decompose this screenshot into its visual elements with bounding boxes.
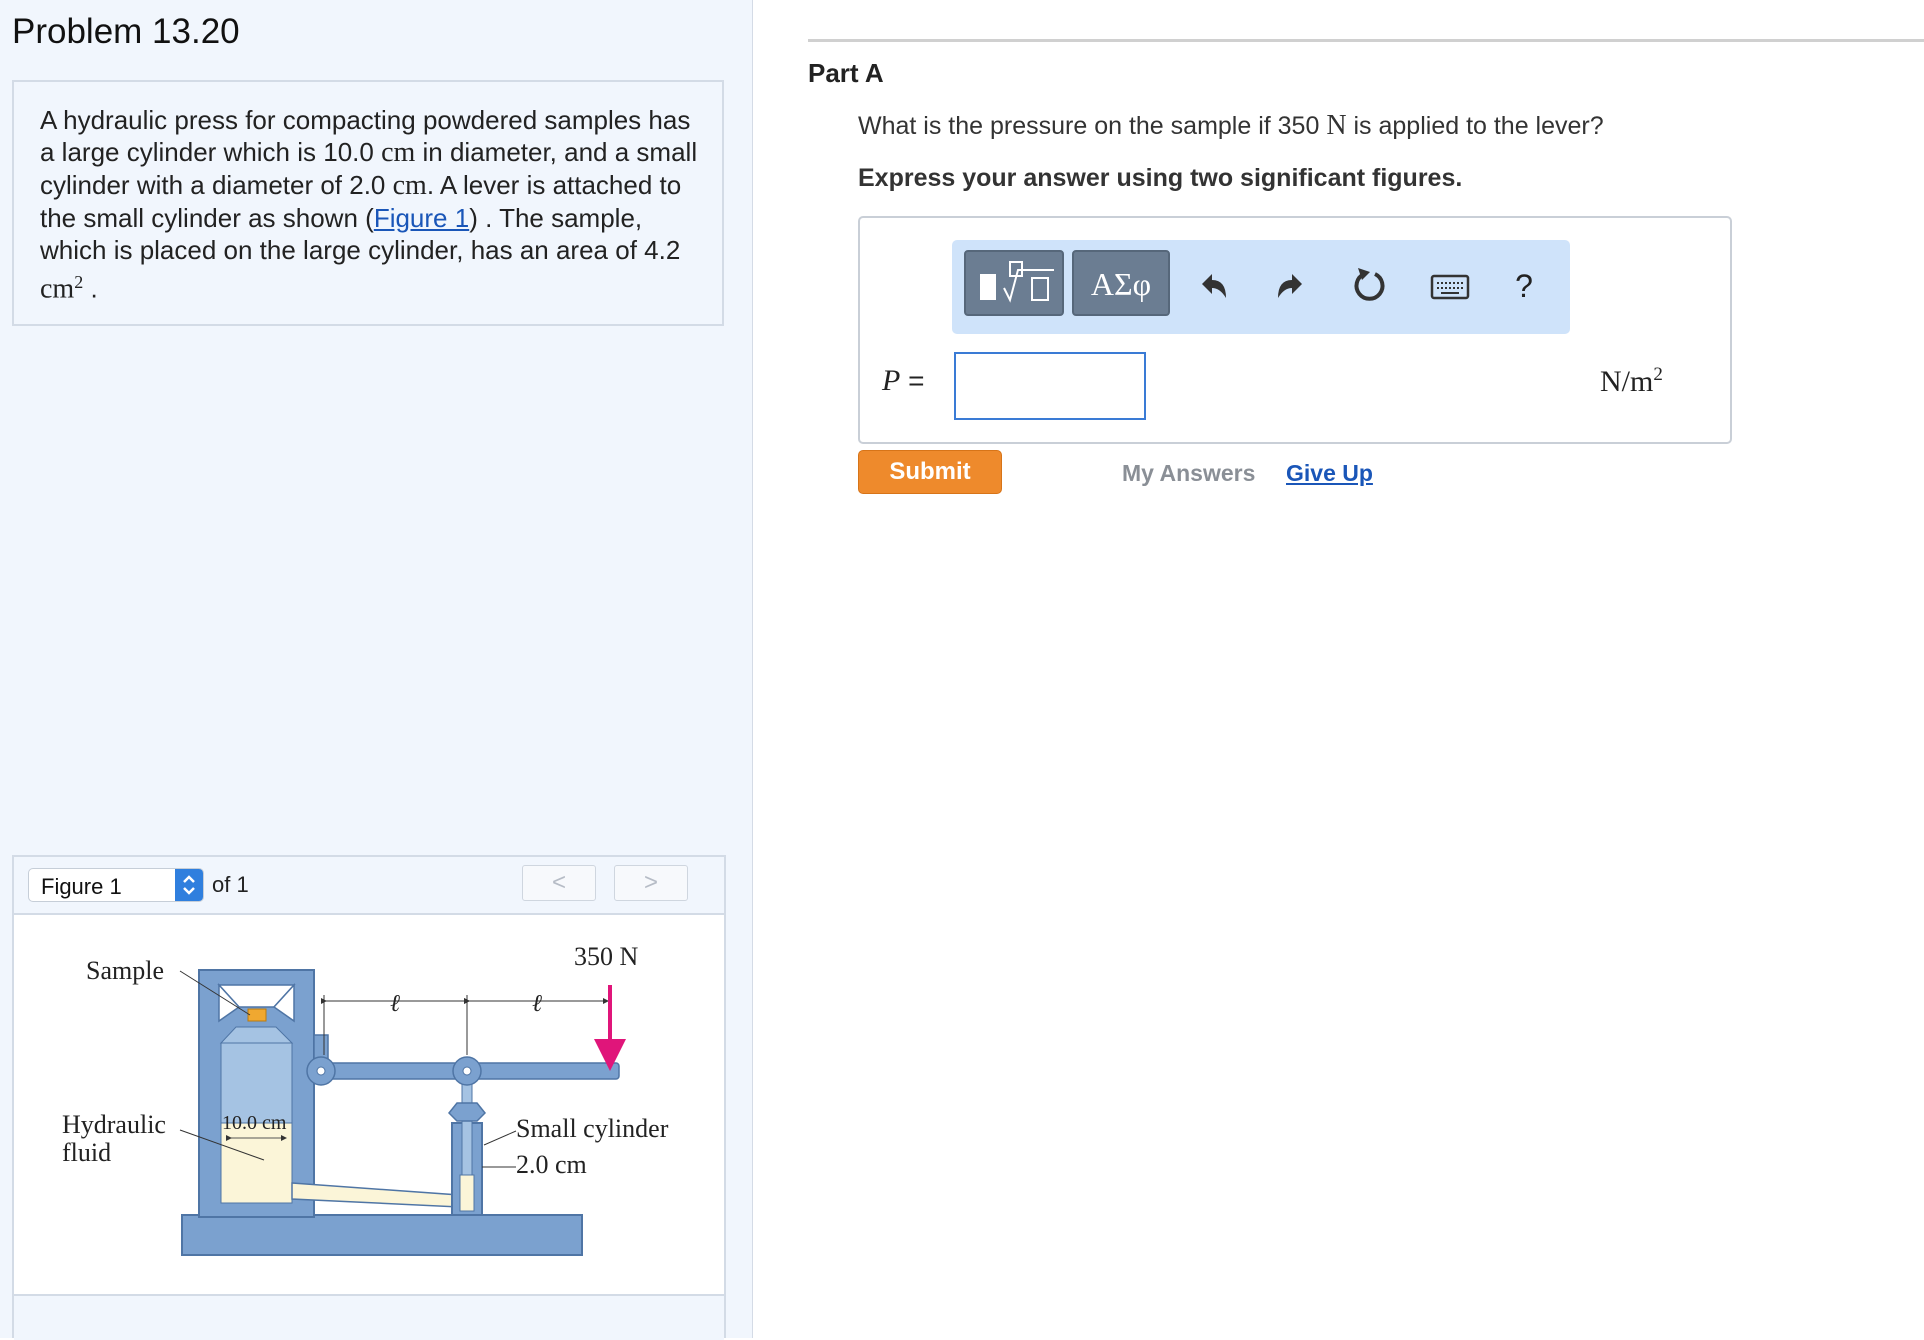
lever-length-label-2: ℓ [532,991,542,1017]
redo-button[interactable] [1268,264,1312,308]
answer-input[interactable] [954,352,1146,420]
statement-text-5: . [83,273,98,304]
hydraulic-press-diagram: 350 N Sample Hydraulic fluid 10.0 cm Sma… [62,942,669,1256]
math-toolbar: ΑΣφ ? [952,240,1570,334]
force-label: 350 N [574,942,639,971]
hydraulic-fluid-label-2: fluid [62,1138,111,1167]
problem-panel: Problem 13.20 A hydraulic press for comp… [0,0,753,1340]
templates-icon [980,261,1054,303]
keyboard-button[interactable] [1426,264,1474,308]
question-text-1: What is the pressure on the sample if 35… [858,112,1327,140]
unit-n: N [1326,110,1347,141]
reset-button[interactable] [1348,264,1392,308]
figure-count: of 1 [212,872,249,897]
unit-exponent: 2 [1653,364,1663,385]
problem-statement: A hydraulic press for compacting powdere… [40,104,710,306]
help-button[interactable]: ? [1502,264,1546,308]
greek-letters-label: ΑΣφ [1090,266,1152,302]
answer-label: P = [882,364,924,398]
chevron-right-icon: > [643,869,658,896]
unit-base: N/m [1600,365,1654,398]
variable-p: P [882,364,901,397]
unit-cm: cm [381,137,416,168]
figure-select-value: Figure 1 [41,874,122,899]
previous-figure-button[interactable]: < [522,865,596,901]
equals-sign: = [900,365,925,396]
problem-statement-box: A hydraulic press for compacting powdere… [12,80,724,326]
small-diameter-label: 2.0 cm [516,1150,587,1179]
hydraulic-fluid-label: Hydraulic [62,1110,166,1139]
give-up-link[interactable]: Give Up [1286,460,1373,487]
redo-icon [1278,274,1302,298]
large-piston [220,1042,293,1124]
part-title: Part A [808,58,884,88]
unit-exponent: 2 [74,272,84,292]
instruction-text: Express your answer using two significan… [858,164,1463,192]
figure-footer [14,1294,724,1340]
figure-image: 350 N Sample Hydraulic fluid 10.0 cm Sma… [14,915,724,1295]
small-cylinder-label: Small cylinder [516,1114,669,1143]
sample [247,1008,267,1022]
unit-cm: cm [392,170,427,201]
unit-cm: cm [40,273,75,305]
hydraulic-fluid [220,1122,293,1204]
submit-button[interactable]: Submit [858,450,1002,494]
question-text: What is the pressure on the sample if 35… [858,110,1604,142]
figure-toolbar: Figure 1 of 1 < > [14,857,724,915]
press-base [181,1214,583,1256]
divider [808,39,1924,42]
sample-label: Sample [86,956,164,985]
large-diameter-label: 10.0 cm [222,1112,287,1134]
greek-symbols-button[interactable]: ΑΣφ [1072,250,1170,316]
answer-unit: N/m2 [1600,364,1663,399]
problem-title: Problem 13.20 [12,12,240,51]
answer-box: ΑΣφ ? P = N/m2 [858,216,1732,444]
figure-link[interactable]: Figure 1 [374,203,469,233]
figure-panel: Figure 1 of 1 < > 350 N Sample Hydraulic… [12,855,726,1340]
reset-icon [1354,268,1385,301]
question-mark-icon: ? [1515,268,1533,304]
templates-button[interactable] [964,250,1064,316]
undo-icon [1202,274,1226,298]
undo-button[interactable] [1192,264,1236,308]
my-answers-link[interactable]: My Answers [1122,460,1255,487]
select-arrows-icon [175,869,203,901]
question-text-2: is applied to the lever? [1346,112,1604,140]
keyboard-icon [1430,274,1470,300]
next-figure-button[interactable]: > [614,865,688,901]
figure-select[interactable]: Figure 1 [28,868,204,902]
lever-length-label-1: ℓ [390,991,400,1017]
chevron-left-icon: < [551,869,566,896]
